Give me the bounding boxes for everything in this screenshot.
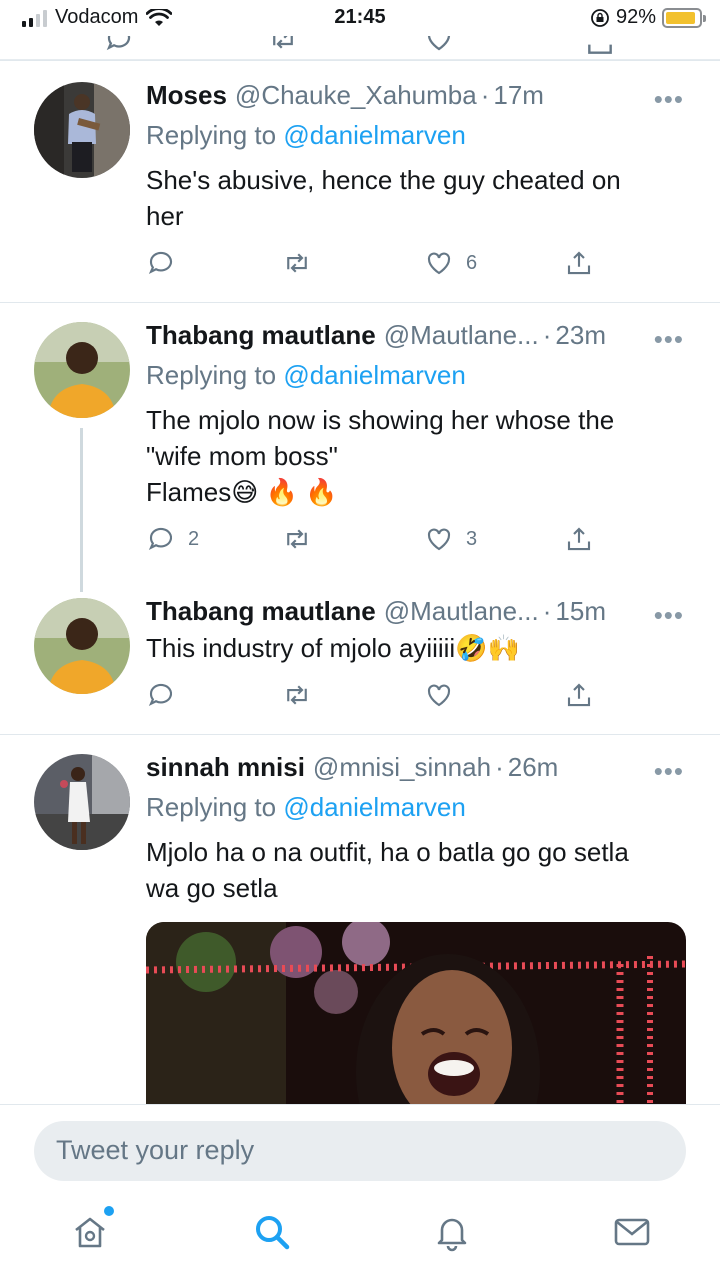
author-handle[interactable]: @Mautlane...	[384, 320, 539, 351]
tweet-text-line: "wife mom boss"	[146, 441, 338, 471]
retweet-icon	[287, 529, 307, 549]
share-button[interactable]	[564, 680, 594, 710]
tweet-media-image[interactable]	[146, 922, 686, 1112]
reply-icon	[106, 36, 131, 51]
messages-tab[interactable]	[612, 1212, 652, 1252]
tweet-text-line: The mjolo now is showing her whose the	[146, 405, 615, 435]
tweet-actions: 6	[146, 248, 606, 282]
tweet-text: She's abusive, hence the guy cheated on …	[146, 162, 680, 234]
battery-percent: 92%	[615, 6, 656, 28]
tweet-text: Mjolo ha o na outfit, ha o batla go go s…	[146, 834, 680, 906]
separator: ·	[495, 752, 504, 782]
tweet-text-line: She's abusive, hence the guy cheated on	[146, 165, 621, 195]
replying-to-link[interactable]: @danielmarven	[283, 120, 465, 150]
reply-icon	[148, 683, 173, 706]
replying-prefix: Replying to	[146, 360, 277, 390]
avatar[interactable]	[34, 754, 130, 850]
more-options-icon[interactable]: •••	[654, 600, 684, 631]
status-bar: Vodacom 21:45 92%	[0, 0, 720, 36]
author-handle[interactable]: @mnisi_sinnah	[313, 752, 491, 783]
author-name[interactable]: Thabang mautlane	[146, 596, 376, 627]
tweet-text-line: wa go setla	[146, 873, 278, 903]
replying-to: Replying to @danielmarven	[146, 360, 466, 391]
tweet-text-line: her	[146, 201, 184, 231]
messages-icon	[614, 1218, 650, 1246]
retweet-icon	[287, 685, 307, 705]
home-icon	[75, 1217, 105, 1248]
like-icon	[427, 252, 451, 275]
replying-to: Replying to @danielmarven	[146, 120, 466, 151]
like-icon	[427, 528, 451, 551]
timestamp[interactable]: 23m	[555, 320, 606, 351]
share-icon	[567, 251, 591, 275]
retweet-button[interactable]	[282, 680, 324, 710]
author-name[interactable]: Moses	[146, 80, 227, 111]
tweet-text: This industry of mjolo ayiiiii🤣🙌	[146, 630, 680, 666]
reply-count: 2	[188, 527, 200, 550]
like-icon	[427, 36, 451, 51]
tweet-actions: 2 3	[146, 524, 606, 558]
tweet-reply-input[interactable]: Tweet your reply	[34, 1121, 686, 1181]
tweet-text: The mjolo now is showing her whose the "…	[146, 402, 680, 510]
retweet-icon	[273, 36, 293, 49]
share-button[interactable]	[564, 524, 594, 554]
avatar[interactable]	[34, 82, 130, 178]
retweet-button[interactable]	[282, 524, 324, 554]
author-name[interactable]: Thabang mautlane	[146, 320, 376, 351]
replying-to-link[interactable]: @danielmarven	[283, 792, 465, 822]
like-button[interactable]: 3	[424, 524, 477, 554]
search-icon	[256, 1216, 290, 1250]
like-count: 3	[466, 527, 478, 550]
reply-button[interactable]	[146, 680, 188, 710]
home-tab[interactable]	[70, 1206, 114, 1252]
share-icon	[588, 44, 612, 54]
previous-tweet-actions	[0, 36, 720, 60]
more-options-icon[interactable]: •••	[654, 84, 684, 115]
timestamp[interactable]: 15m	[555, 596, 606, 627]
share-icon	[567, 527, 591, 551]
reply-composer: Tweet your reply	[0, 1104, 720, 1190]
new-content-dot	[104, 1206, 114, 1216]
thread-line	[80, 428, 83, 592]
timestamp[interactable]: 17m	[493, 80, 544, 111]
tweet-actions	[146, 680, 606, 714]
retweet-icon	[287, 253, 307, 273]
like-button[interactable]: 6	[424, 248, 477, 278]
replying-to: Replying to @danielmarven	[146, 792, 466, 823]
battery-icon	[662, 7, 706, 28]
search-tab[interactable]	[252, 1212, 292, 1252]
more-options-icon[interactable]: •••	[654, 756, 684, 787]
rotation-lock-icon	[591, 8, 609, 27]
more-options-icon[interactable]: •••	[654, 324, 684, 355]
like-button[interactable]	[424, 680, 466, 710]
avatar[interactable]	[34, 322, 130, 418]
separator: ·	[542, 596, 552, 626]
reply-button[interactable]	[146, 248, 188, 278]
tweet-text-line: Mjolo ha o na outfit, ha o batla go go s…	[146, 837, 629, 867]
reply-icon	[148, 251, 173, 274]
separator: ·	[480, 80, 490, 110]
share-icon	[567, 683, 591, 707]
separator: ·	[542, 320, 552, 350]
author-name[interactable]: sinnah mnisi	[146, 752, 305, 783]
reply-icon	[148, 527, 173, 550]
notifications-tab[interactable]	[432, 1212, 472, 1252]
like-count: 6	[466, 251, 478, 274]
author-handle[interactable]: @Chauke_Xahumba	[235, 80, 477, 111]
replying-to-link[interactable]: @danielmarven	[283, 360, 465, 390]
replying-prefix: Replying to	[146, 120, 277, 150]
notifications-icon	[437, 1218, 467, 1252]
tweet-text-line: Flames😅 🔥 🔥	[146, 477, 338, 507]
share-button[interactable]	[564, 248, 594, 278]
tab-bar	[0, 1190, 720, 1280]
like-icon	[427, 684, 451, 707]
avatar[interactable]	[34, 598, 130, 694]
reply-button[interactable]: 2	[146, 524, 199, 554]
tweet-text-line: This industry of mjolo ayiiiii🤣🙌	[146, 633, 520, 663]
author-handle[interactable]: @Mautlane...	[384, 596, 539, 627]
retweet-button[interactable]	[282, 248, 324, 278]
replying-prefix: Replying to	[146, 792, 277, 822]
timestamp[interactable]: 26m	[508, 752, 559, 783]
